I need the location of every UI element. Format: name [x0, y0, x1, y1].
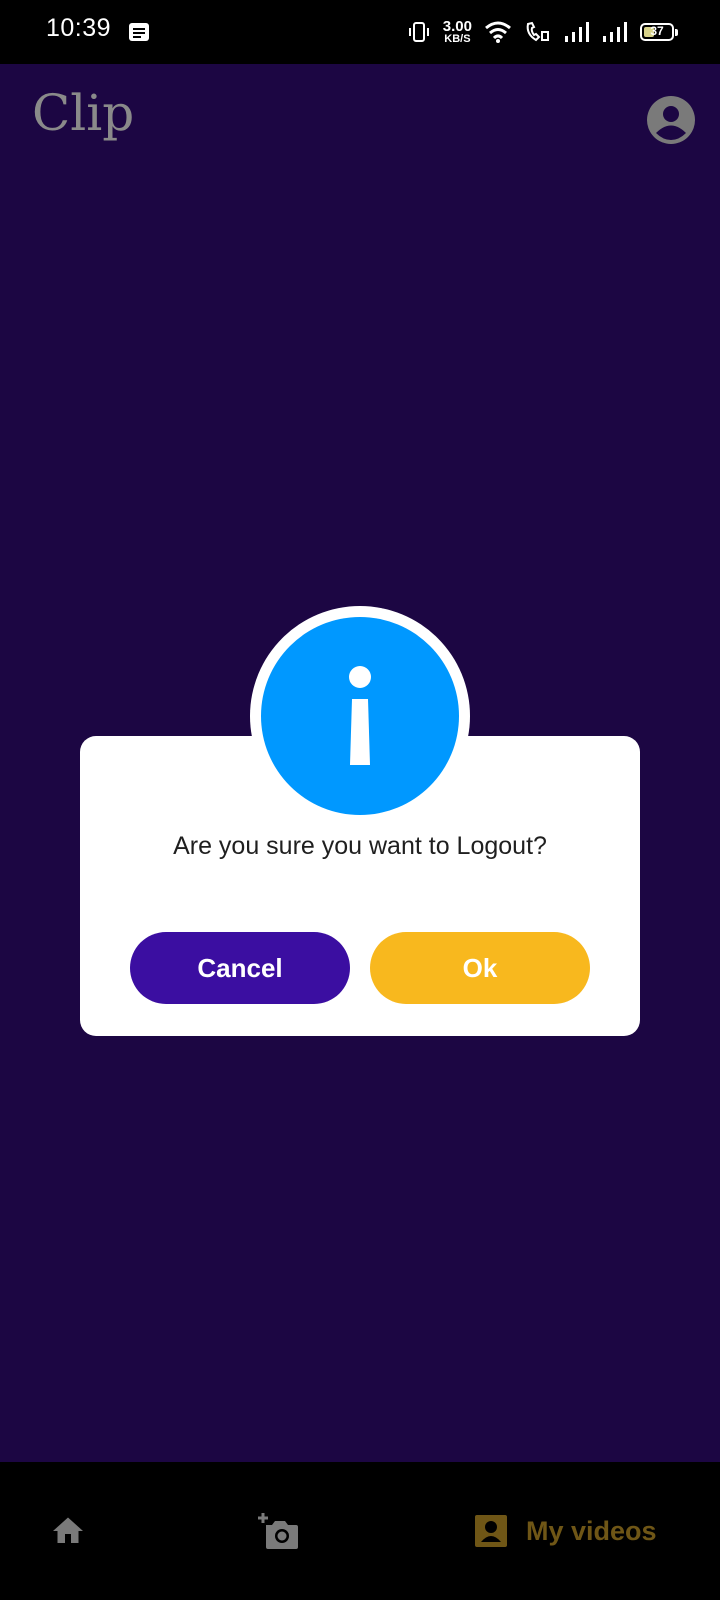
bottom-nav: My videos: [0, 1462, 720, 1600]
status-icons: 3.00 KB/S 37: [407, 16, 678, 48]
add-camera-icon: [258, 1513, 298, 1549]
nav-my-videos-label: My videos: [526, 1515, 657, 1546]
status-bar: 10:39 3.00 KB/S 37: [0, 0, 720, 64]
nav-home[interactable]: [50, 1506, 86, 1556]
wifi-icon: [485, 21, 511, 43]
vibrate-icon: [408, 22, 429, 42]
status-time: 10:39: [46, 14, 112, 42]
battery-level: 37: [650, 24, 664, 38]
info-circle: [261, 617, 459, 815]
dialog-message: Are you sure you want to Logout?: [173, 832, 547, 860]
cancel-button[interactable]: Cancel: [130, 932, 350, 1004]
portrait-icon: [475, 1515, 507, 1547]
net-speed: 3.00 KB/S: [443, 19, 472, 45]
info-badge: [250, 606, 470, 826]
battery-icon: 37: [640, 23, 678, 41]
wifi-calling-icon: [526, 21, 549, 42]
net-speed-unit: KB/S: [444, 33, 471, 45]
home-icon: [53, 1517, 83, 1543]
ok-button[interactable]: Ok: [370, 932, 590, 1004]
screen: 10:39 3.00 KB/S 37 Clip Are you sure you…: [0, 0, 720, 1600]
nav-my-videos[interactable]: My videos: [474, 1506, 657, 1556]
net-speed-value: 3.00: [442, 18, 472, 35]
info-icon: [349, 666, 371, 765]
account-circle-icon: [647, 96, 695, 144]
message-notification-icon: [129, 23, 149, 41]
signal-icon-1: [565, 22, 589, 42]
nav-add-video[interactable]: [258, 1506, 300, 1556]
app-title: Clip: [32, 84, 135, 142]
signal-icon-2: [603, 22, 627, 42]
profile-button[interactable]: [647, 96, 695, 144]
